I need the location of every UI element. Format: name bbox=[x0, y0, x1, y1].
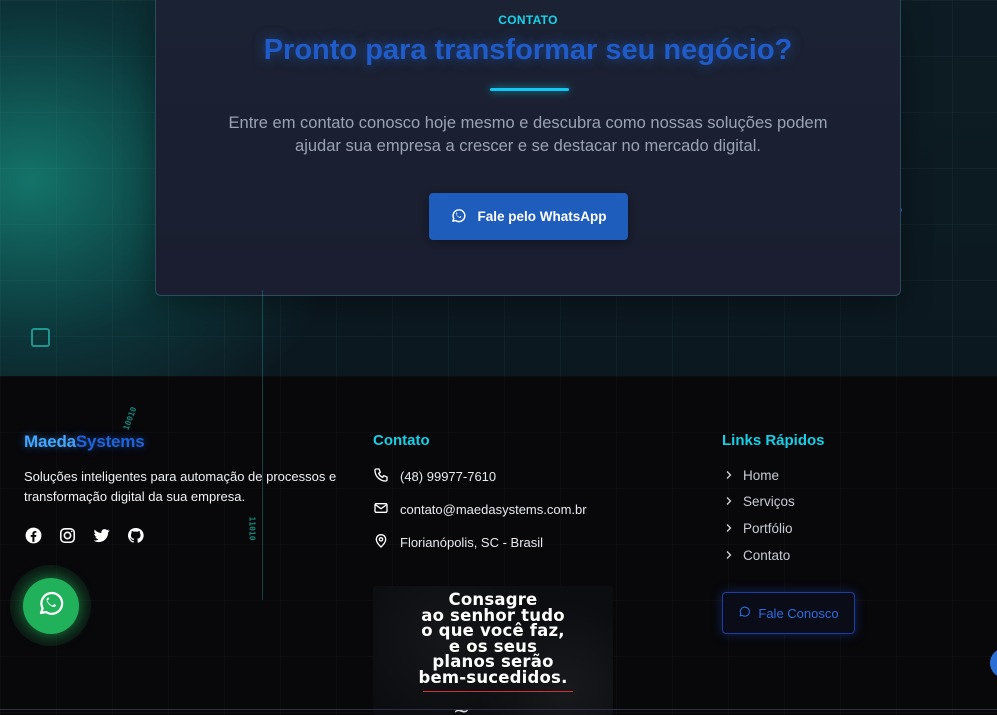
cta-description: Entre em contato conosco hoje mesmo e de… bbox=[228, 114, 828, 155]
phone-icon bbox=[373, 467, 389, 486]
facebook-icon[interactable] bbox=[24, 526, 43, 545]
quick-link-contato[interactable]: Contato bbox=[724, 548, 790, 563]
twitter-icon[interactable] bbox=[92, 526, 111, 545]
flyer-divider bbox=[423, 691, 573, 692]
chevron-right-icon bbox=[724, 521, 734, 536]
binary-deco: 11010 bbox=[247, 516, 257, 541]
whatsapp-button-label: Fale pelo WhatsApp bbox=[477, 209, 607, 224]
decorative-line bbox=[262, 290, 263, 600]
decorative-square bbox=[31, 328, 50, 347]
cta-card: CONTATO Pronto para transformar seu negó… bbox=[155, 0, 901, 296]
whatsapp-button[interactable]: Fale pelo WhatsApp bbox=[429, 193, 628, 240]
cta-title: Pronto para transformar seu negócio? bbox=[263, 34, 793, 66]
github-icon[interactable] bbox=[126, 526, 145, 545]
whatsapp-icon bbox=[450, 207, 467, 227]
map-pin-icon bbox=[373, 533, 389, 552]
links-title: Links Rápidos bbox=[722, 432, 825, 449]
brand-logo[interactable]: MaedaSystems bbox=[24, 432, 145, 452]
instagram-icon[interactable] bbox=[58, 526, 77, 545]
flyer-text: Consagre ao senhor tudo o que você faz, … bbox=[418, 590, 568, 687]
fale-conosco-button[interactable]: Fale Conosco bbox=[722, 592, 855, 634]
whatsapp-icon bbox=[738, 605, 751, 621]
quick-link-home[interactable]: Home bbox=[724, 468, 779, 483]
chevron-right-icon bbox=[724, 494, 734, 509]
social-links bbox=[24, 526, 145, 545]
whatsapp-icon bbox=[36, 588, 66, 623]
floating-whatsapp-button[interactable] bbox=[10, 565, 91, 646]
contact-phone[interactable]: (48) 99977-7610 bbox=[373, 467, 496, 486]
flyer-signature: ~ bbox=[453, 698, 470, 715]
chevron-right-icon bbox=[724, 468, 734, 483]
footer: 10010 11010 MaedaSystems Soluções inteli… bbox=[0, 376, 997, 715]
section-eyebrow: CONTATO bbox=[498, 13, 558, 27]
bottom-divider bbox=[0, 709, 997, 710]
company-description: Soluções inteligentes para automação de … bbox=[24, 469, 337, 504]
contact-email[interactable]: contato@maedasystems.com.br bbox=[373, 500, 587, 519]
quick-link-portfolio[interactable]: Portfólio bbox=[724, 521, 793, 536]
contact-title: Contato bbox=[373, 432, 430, 449]
mail-icon bbox=[373, 500, 389, 519]
chevron-right-icon bbox=[724, 548, 734, 563]
quick-link-servicos[interactable]: Serviços bbox=[724, 494, 795, 509]
flyer-image: Consagre ao senhor tudo o que você faz, … bbox=[373, 586, 613, 715]
contact-location: Florianópolis, SC - Brasil bbox=[373, 533, 543, 552]
title-underline bbox=[490, 88, 569, 91]
contact-section: CONTATO Pronto para transformar seu negó… bbox=[0, 0, 997, 376]
